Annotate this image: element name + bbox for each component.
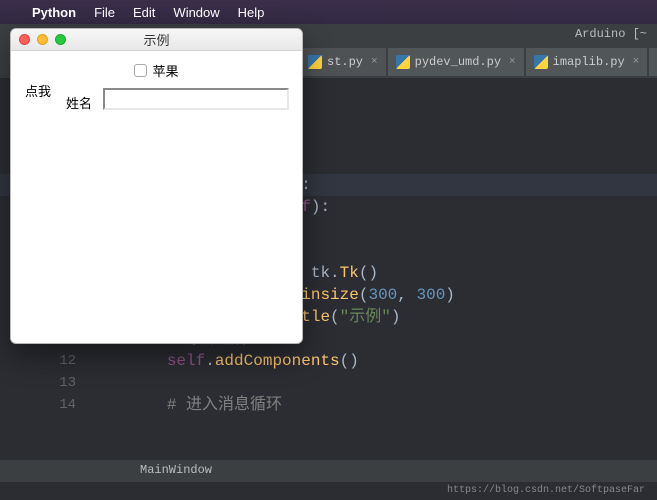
tk-title-bar[interactable]: 示例 (11, 29, 302, 51)
tk-window[interactable]: 示例 苹果 点我 姓名 (10, 28, 303, 344)
menu-window[interactable]: Window (173, 5, 219, 20)
menu-app[interactable]: Python (32, 5, 76, 20)
tab-label: pydev_umd.py (415, 55, 501, 69)
editor-tab[interactable]: pydev_umd.py × (388, 48, 524, 76)
editor-tab[interactable]: st.py × (300, 48, 386, 76)
code-token: addComponents (215, 352, 340, 370)
line-number: 13 (0, 372, 90, 394)
code-token: 300 (368, 286, 397, 304)
name-input[interactable] (103, 88, 289, 110)
menu-edit[interactable]: Edit (133, 5, 155, 20)
watermark: https://blog.csdn.net/SoftpaseFar (447, 485, 645, 496)
editor-tab[interactable]: imaplib.py × (526, 48, 648, 76)
menu-file[interactable]: File (94, 5, 115, 20)
editor-tab[interactable]: _pydev_e (649, 48, 657, 76)
close-icon[interactable]: × (509, 56, 516, 68)
code-token: "示例" (340, 308, 391, 326)
close-icon[interactable]: × (371, 56, 378, 68)
checkbox-label: 苹果 (152, 61, 178, 80)
checkbox[interactable] (134, 64, 147, 77)
tab-label: imaplib.py (553, 55, 625, 69)
python-file-icon (396, 55, 410, 69)
close-icon[interactable]: × (633, 56, 640, 68)
breadcrumb[interactable]: MainWindow (0, 460, 657, 482)
code-token: () (359, 264, 378, 282)
click-me-button[interactable]: 点我 (25, 81, 51, 100)
python-file-icon (308, 55, 322, 69)
line-number: 12 (0, 350, 90, 372)
code-token: 300 (416, 286, 445, 304)
macos-menu-bar: Python File Edit Window Help (0, 0, 657, 24)
name-label: 姓名 (66, 93, 92, 112)
tab-label: st.py (327, 55, 363, 69)
tk-checkbox-row: 苹果 (11, 61, 302, 80)
tk-window-title: 示例 (11, 30, 302, 49)
menu-help[interactable]: Help (238, 5, 265, 20)
line-number: 14 (0, 394, 90, 416)
code-token: () (340, 352, 359, 370)
python-file-icon (534, 55, 548, 69)
code-comment: # 进入消息循环 (167, 396, 282, 414)
tk-body: 苹果 点我 姓名 (11, 51, 302, 343)
code-token: Tk (340, 264, 359, 282)
